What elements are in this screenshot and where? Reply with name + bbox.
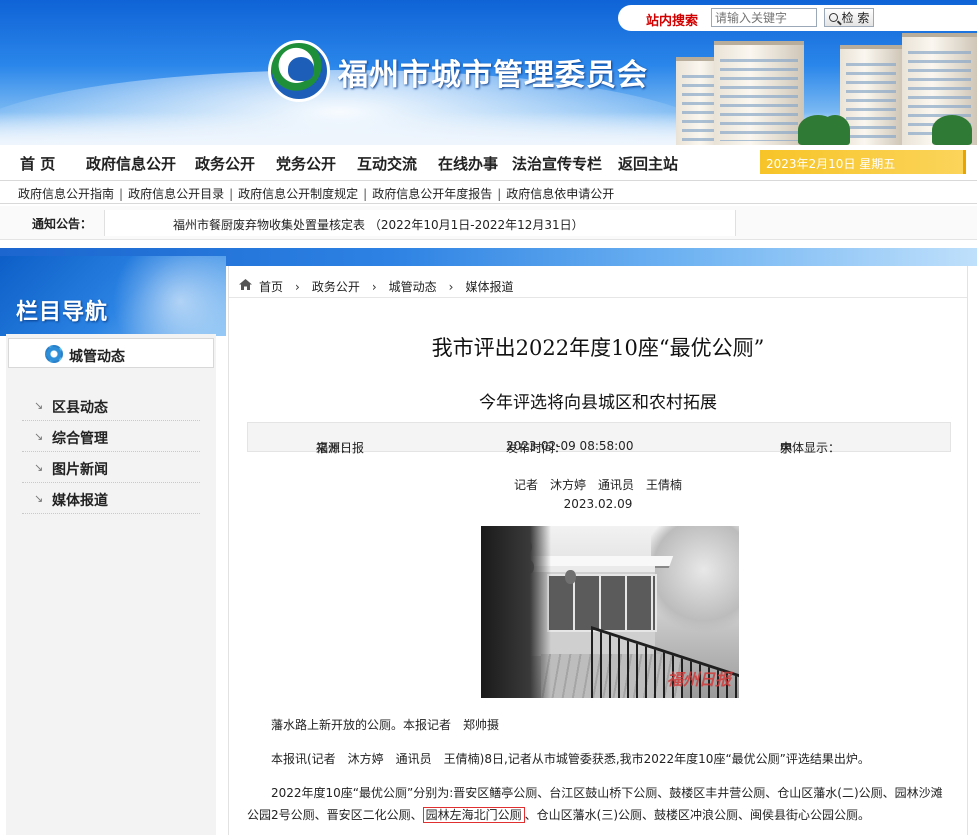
breadcrumb-dynamics[interactable]: 城管动态 xyxy=(389,280,437,294)
subnav-item-application[interactable]: 政府信息依申请公开 xyxy=(506,187,614,201)
article-content: 首页 › 政务公开 › 城管动态 › 媒体报道 我市评出2022年度10座“最优公厕” 今年… xyxy=(228,266,968,835)
article-meta: 来源： 福州日报 发布时间： 2023-02-09 08:58:00 字体显示：… xyxy=(247,422,951,455)
article-date: 2023.02.09 xyxy=(563,497,633,511)
buildings-illustration xyxy=(670,30,977,145)
sidebar-title: 栏目导航 xyxy=(16,300,109,325)
breadcrumb-arrow-icon: › xyxy=(448,280,454,294)
nav-item-interaction[interactable]: 互动交流 xyxy=(357,153,417,174)
search-icon xyxy=(828,13,838,22)
sidebar-item-label: 图片新闻 xyxy=(52,462,108,478)
sidebar-item-label: 媒体报道 xyxy=(52,493,108,509)
arrow-icon: ↘ xyxy=(34,399,44,412)
breadcrumb-arrow-icon: › xyxy=(371,280,377,294)
newspaper-watermark: 福州日报 xyxy=(666,670,731,689)
article-subtitle: 今年评选将向县城区和农村拓展 xyxy=(479,393,717,413)
subnav-separator: | xyxy=(119,187,124,201)
breadcrumb-arrow-icon: › xyxy=(295,280,300,294)
sidebar-item-district[interactable]: ↘ 区县动态 xyxy=(22,390,200,421)
nav-item-gov-info[interactable]: 政府信息公开 xyxy=(86,153,176,174)
nav-item-legal[interactable]: 法治宣传专栏 xyxy=(512,153,602,174)
subnav-separator: | xyxy=(497,187,502,201)
nav-item-return-main[interactable]: 返回主站 xyxy=(618,153,678,174)
subnav-item-guide[interactable]: 政府信息公开指南 xyxy=(18,187,114,201)
search-bar: 站内搜索 检 索 xyxy=(618,5,977,31)
highlighted-text: 园林左海北门公厕 xyxy=(422,807,525,823)
sidebar-item-label: 综合管理 xyxy=(52,431,108,447)
sub-nav: 政府信息公开指南 | 政府信息公开目录 | 政府信息公开制度规定 | 政府信息公开年度报告 |… xyxy=(0,180,977,204)
notice-box: 福州市餐厨废弃物收集处置量核定表 （2022年10月1日-2022年12月31日… xyxy=(104,210,736,236)
subnav-separator: | xyxy=(363,187,368,201)
article-byline: 记者 沐方婷 通讯员 王倩楠 xyxy=(513,478,682,492)
gear-icon xyxy=(45,345,63,363)
notice-bar: 通知公告： 福州市餐厨废弃物收集处置量核定表 （2022年10月1日-2022年… xyxy=(0,206,977,240)
breadcrumb-affairs[interactable]: 政务公开 xyxy=(312,280,360,294)
sidebar-header: 栏目导航 xyxy=(0,256,226,336)
publish-time: 2023-02-09 08:58:00 xyxy=(506,439,634,453)
subnav-separator: | xyxy=(229,187,234,201)
subnav-item-rules[interactable]: 政府信息公开制度规定 xyxy=(238,187,358,201)
search-button[interactable]: 检 索 xyxy=(824,8,874,27)
sidebar: 栏目导航 城管动态 ↘ 区县动态 ↘ 综合管理 ↘ 图片新闻 ↘ 媒体报道 xyxy=(0,256,226,835)
breadcrumb-media[interactable]: 媒体报道 xyxy=(465,280,513,294)
subnav-item-catalog[interactable]: 政府信息公开目录 xyxy=(128,187,224,201)
search-label: 站内搜索 xyxy=(646,14,699,29)
sidebar-item-media[interactable]: ↘ 媒体报道 xyxy=(22,483,200,514)
article-title: 我市评出2022年度10座“最优公厕” xyxy=(431,336,765,360)
sidebar-item-management[interactable]: ↘ 综合管理 xyxy=(22,421,200,452)
article-paragraph-1: 本报讯(记者 沐方婷 通讯员 王倩楠)8日,记者从市城管委获悉,我市2022年度… xyxy=(271,752,870,766)
nav-item-affairs[interactable]: 政务公开 xyxy=(195,153,255,174)
home-icon xyxy=(239,279,252,290)
date-box: 2023年2月10日 星期五 xyxy=(760,150,966,174)
arrow-icon: ↘ xyxy=(34,461,44,474)
search-input[interactable] xyxy=(711,8,817,27)
article-paragraph-2: 2022年度10座“最优公厕”分别为:晋安区鳝亭公厕、台江区鼓山桥下公厕、鼓楼区… xyxy=(247,786,943,823)
sidebar-list: ↘ 区县动态 ↘ 综合管理 ↘ 图片新闻 ↘ 媒体报道 xyxy=(22,390,200,514)
source-value: 福州日报 xyxy=(316,441,365,455)
site-title: 福州市城市管理委员会 xyxy=(338,58,648,93)
nav-item-party[interactable]: 党务公开 xyxy=(276,153,336,174)
breadcrumb: 首页 › 政务公开 › 城管动态 › 媒体报道 xyxy=(229,272,967,298)
sidebar-item-photo-news[interactable]: ↘ 图片新闻 xyxy=(22,452,200,483)
article-photo: 福州日报 xyxy=(481,526,739,698)
notice-link[interactable]: 福州市餐厨废弃物收集处置量核定表 （2022年10月1日-2022年12月31日… xyxy=(173,216,584,233)
current-date: 2023年2月10日 星期五 xyxy=(766,157,896,171)
city-logo-icon xyxy=(268,40,330,102)
notice-label: 通知公告： xyxy=(32,217,93,231)
subnav-item-annual-report[interactable]: 政府信息公开年度报告 xyxy=(372,187,492,201)
font-size-small[interactable]: 小 xyxy=(780,439,792,456)
sidebar-current-section[interactable]: 城管动态 xyxy=(8,338,214,368)
breadcrumb-home[interactable]: 首页 xyxy=(259,280,283,294)
photo-caption: 藩水路上新开放的公厕。本报记者 郑帅摄 xyxy=(271,718,500,732)
arrow-icon: ↘ xyxy=(34,492,44,505)
nav-item-home[interactable]: 首 页 xyxy=(20,153,55,174)
nav-item-online-service[interactable]: 在线办事 xyxy=(438,153,498,174)
sidebar-current-label: 城管动态 xyxy=(69,349,125,365)
arrow-icon: ↘ xyxy=(34,430,44,443)
search-button-label: 检 索 xyxy=(841,11,870,25)
sidebar-item-label: 区县动态 xyxy=(52,400,108,416)
